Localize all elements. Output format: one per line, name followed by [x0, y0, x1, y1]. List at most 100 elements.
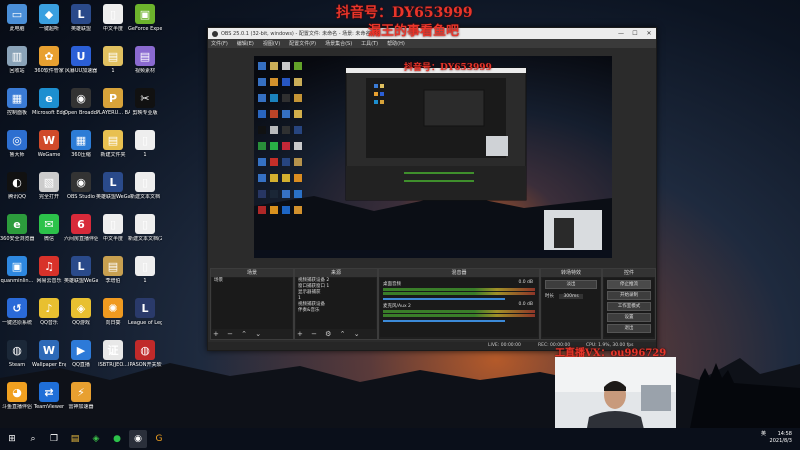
- desktop-icon[interactable]: P PLAYERU... BATTLEGR...: [96, 88, 130, 116]
- maximize-icon[interactable]: ☐: [628, 28, 642, 39]
- start-recording-button[interactable]: 开始录制: [607, 291, 651, 300]
- scenes-toolbar[interactable]: + − ⌃ ⌄: [213, 330, 264, 338]
- desktop-icon[interactable]: W Wallpaper Engine: [32, 340, 66, 368]
- store-icon[interactable]: ◈: [87, 430, 105, 448]
- desktop-icon[interactable]: ▯ 1: [128, 130, 162, 158]
- desktop-icon[interactable]: ✺ 向日葵: [96, 298, 130, 326]
- transition-select[interactable]: 淡出: [545, 280, 597, 289]
- source-item[interactable]: 伴奏&音乐: [296, 308, 376, 314]
- desktop-icon[interactable]: ⚡ 雷神加速器: [64, 382, 98, 410]
- desktop-icon[interactable]: ◈ QQ游戏: [64, 298, 98, 326]
- obs-window[interactable]: OBS 25.0.1 (32-bit, windows) - 配置文件: 未命名…: [207, 27, 657, 351]
- obs-preview-canvas[interactable]: 抖音号：DY653999: [254, 56, 612, 258]
- menu-scene-collection[interactable]: 场景集合(S): [325, 40, 352, 47]
- volume-slider[interactable]: [383, 320, 505, 322]
- duration-input[interactable]: 300ms: [559, 294, 583, 299]
- desktop-icon[interactable]: ▤ 视频素材: [128, 46, 162, 74]
- stop-streaming-button[interactable]: 停止推流: [607, 280, 651, 289]
- desktop-icon[interactable]: ◎ 鲁大师: [0, 130, 34, 158]
- sources-panel-title: 来源: [295, 269, 377, 277]
- start-windows-icon[interactable]: ⊞: [3, 430, 21, 448]
- desktop-icon[interactable]: ▦ 360压缩: [64, 130, 98, 158]
- minimize-icon[interactable]: —: [614, 28, 628, 39]
- menu-help[interactable]: 帮助(H): [387, 40, 405, 47]
- volume-meter: [383, 310, 535, 313]
- desktop-icon[interactable]: ▤ 1: [96, 46, 130, 74]
- desktop-icon[interactable]: ♫ 网易云音乐: [32, 256, 66, 284]
- desktop-icon[interactable]: U 风暴UU加速器: [64, 46, 98, 74]
- obs-taskbar-icon[interactable]: ◉: [129, 430, 147, 448]
- file-explorer-icon[interactable]: ▤: [66, 430, 84, 448]
- desktop-icon[interactable]: ◉ OBS Studio: [64, 172, 98, 200]
- desktop-icon-label: Wallpaper Engine: [32, 362, 66, 368]
- desktop-icon-label: ISBTR(JEO...: [98, 362, 128, 368]
- desktop-icon-label: League of Legends: [128, 320, 162, 326]
- desktop-icon[interactable]: e 360安全浏览器: [0, 214, 34, 242]
- desktop-icon[interactable]: ▯ 中文半度: [96, 4, 130, 32]
- desktop-icon[interactable]: ◕ 斗鱼直播伴侣: [0, 382, 34, 410]
- desktop-icon[interactable]: L 英雄联盟WeGame版: [64, 256, 98, 284]
- app-icon: ▤: [103, 256, 123, 276]
- desktop-icon[interactable]: ▭ 此电脑: [0, 4, 34, 32]
- studio-mode-button[interactable]: 工作室模式: [607, 302, 651, 311]
- obs-dock-area: 场景 场景 + − ⌃ ⌄ 来源 视频捕获设备 2 窗口捕获窗口 1 显示器捕获…: [208, 266, 656, 350]
- search-icon[interactable]: ⌕: [24, 430, 42, 448]
- sources-toolbar[interactable]: + − ⚙ ⌃ ⌄: [297, 330, 363, 338]
- scene-item[interactable]: 场景: [212, 278, 292, 284]
- tray-lang[interactable]: 英: [761, 431, 766, 437]
- desktop-icon[interactable]: ◆ 一键超听: [32, 4, 66, 32]
- desktop-icon[interactable]: ▯ 新建文本文档: [128, 172, 162, 200]
- menu-profile[interactable]: 配置文件(P): [289, 40, 316, 47]
- app-icon: L: [71, 4, 91, 24]
- desktop-icon[interactable]: ▤ 新建文件夹: [96, 130, 130, 158]
- close-icon[interactable]: ✕: [642, 28, 656, 39]
- desktop-icon[interactable]: L League of Legends: [128, 298, 162, 326]
- desktop-icon[interactable]: ▧ 完全打开: [32, 172, 66, 200]
- desktop-icon[interactable]: ▥ 回收站: [0, 46, 34, 74]
- desktop-icon[interactable]: ◐ 腾讯QQ: [0, 172, 34, 200]
- desktop-icon-label: Open Broadcast...: [64, 110, 98, 116]
- desktop-icon[interactable]: 证 ISBTR(JEO...: [96, 340, 130, 368]
- volume-slider[interactable]: [383, 298, 505, 300]
- desktop-icon[interactable]: ◍ Steam: [0, 340, 34, 368]
- desktop-icon[interactable]: ▦ 控制面板: [0, 88, 34, 116]
- desktop-icon[interactable]: ▣ GeForce Experience: [128, 4, 162, 32]
- task-view-icon[interactable]: ❐: [45, 430, 63, 448]
- desktop-icon[interactable]: ▤ 李增伯: [96, 256, 130, 284]
- desktop-icon[interactable]: e Microsoft Edge: [32, 88, 66, 116]
- desktop-icon-label: 雷神加速器: [68, 404, 94, 410]
- settings-button[interactable]: 设置: [607, 313, 651, 322]
- desktop-icon[interactable]: ▶ QQ直播: [64, 340, 98, 368]
- desktop-icon-label: 1: [111, 68, 115, 74]
- system-tray[interactable]: 英 14:58 2021/8/3: [761, 431, 792, 445]
- desktop-icon[interactable]: ⇄ TeamViewer: [32, 382, 66, 410]
- desktop-icon[interactable]: W WeGame: [32, 130, 66, 158]
- desktop-icon-label: 微信: [43, 236, 54, 242]
- desktop-icon[interactable]: 6 六间房直播伴侣: [64, 214, 98, 242]
- menu-file[interactable]: 文件(F): [211, 40, 228, 47]
- desktop-icon[interactable]: L 英雄联盟: [64, 4, 98, 32]
- scenes-list[interactable]: 场景: [212, 278, 292, 329]
- desktop-icon[interactable]: ▣ quanminlin...: [0, 256, 34, 284]
- desktop-icon[interactable]: ✿ 360软件管家: [32, 46, 66, 74]
- douyin-id-watermark: 抖音号：DY653999: [336, 5, 473, 21]
- menu-edit[interactable]: 编辑(E): [237, 40, 254, 47]
- desktop-icon[interactable]: L 英雄联盟WeGame版: [96, 172, 130, 200]
- desktop-icon[interactable]: ▯ 1: [128, 256, 162, 284]
- desktop-icon[interactable]: ♪ QQ音乐: [32, 298, 66, 326]
- wechat-taskbar-icon[interactable]: ●: [108, 430, 126, 448]
- menu-view[interactable]: 视图(V): [263, 40, 280, 47]
- desktop-icon[interactable]: ▯ 新建文本文档(2): [128, 214, 162, 242]
- exit-button[interactable]: 退出: [607, 324, 651, 333]
- menu-tools[interactable]: 工具(T): [361, 40, 378, 47]
- desktop-icon[interactable]: ◍ IPASON开关软件: [128, 340, 162, 368]
- channel-name: 桌面音频: [383, 282, 401, 287]
- desktop-icon[interactable]: ✂ 剪映专业版: [128, 88, 162, 116]
- desktop-icon[interactable]: ▯ 中文半度: [96, 214, 130, 242]
- desktop-icon[interactable]: ✉ 微信: [32, 214, 66, 242]
- browser-taskbar-icon[interactable]: G: [150, 430, 168, 448]
- sources-list[interactable]: 视频捕获设备 2 窗口捕获窗口 1 显示器捕获 1 视频捕获设备 伴奏&音乐: [296, 278, 376, 329]
- obs-menubar: 文件(F) 编辑(E) 视图(V) 配置文件(P) 场景集合(S) 工具(T) …: [208, 39, 656, 48]
- desktop-icon[interactable]: ◉ Open Broadcast...: [64, 88, 98, 116]
- desktop-icon[interactable]: ↺ 一键还原系统: [0, 298, 34, 326]
